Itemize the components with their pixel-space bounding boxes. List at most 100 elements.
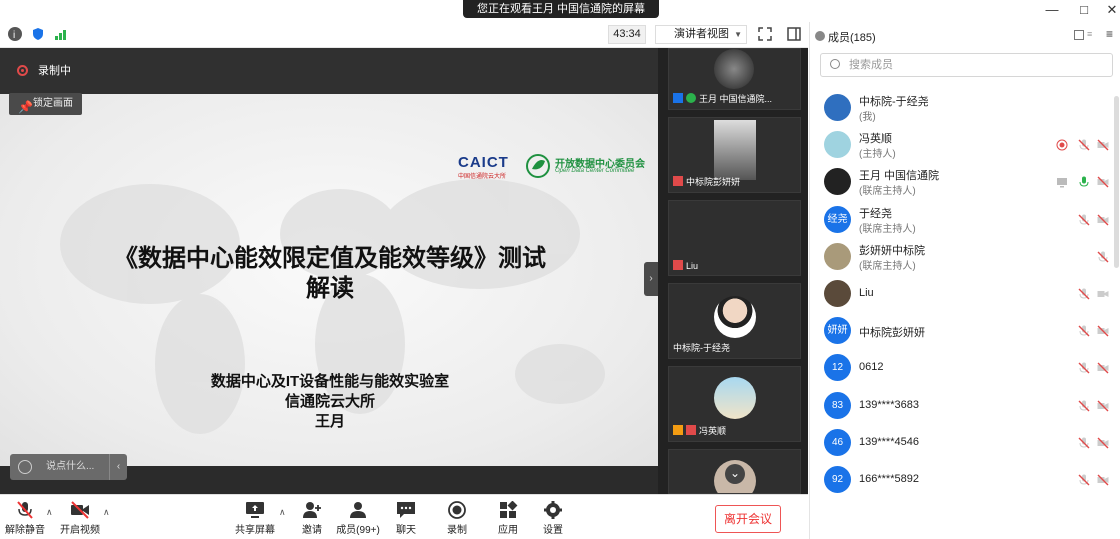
screen-share-icon[interactable]	[1056, 176, 1068, 188]
video-tile[interactable]: ⌄	[668, 449, 801, 494]
mic-muted-icon[interactable]	[1078, 474, 1090, 486]
camera-off-icon[interactable]	[1097, 176, 1109, 188]
member-row[interactable]: 冯英顺 (主持人)	[810, 127, 1120, 163]
tile-name: 王月 中国信通院...	[699, 94, 773, 104]
camera-icon[interactable]	[1097, 288, 1109, 300]
mic-muted-icon[interactable]	[1078, 288, 1090, 300]
odcc-logo: 开放数据中心委员会 Open Data Center Committee	[525, 152, 651, 180]
member-row[interactable]: 彭妍妍中标院 (联席主持人)	[810, 239, 1120, 275]
popout-icon[interactable]	[1074, 30, 1084, 40]
mic-muted-icon[interactable]	[1078, 362, 1090, 374]
member-row[interactable]: 王月 中国信通院 (联席主持人)	[810, 164, 1120, 200]
members-icon	[350, 502, 366, 518]
members-panel: 成员(185) ≡ ≡ 搜索成员 中标院-于经尧 (我) 冯英顺 (主持人) 王月 中国…	[809, 22, 1120, 539]
info-icon[interactable]: i	[8, 27, 22, 41]
mic-muted-icon	[17, 501, 33, 519]
apps-button[interactable]: 应用	[486, 501, 530, 539]
avatar	[714, 377, 756, 419]
shield-icon[interactable]	[31, 27, 45, 41]
close-button[interactable]: ✕	[1100, 0, 1120, 20]
chat-button[interactable]: 聊天	[384, 501, 428, 539]
mic-muted-icon[interactable]	[1078, 437, 1090, 449]
camera-off-icon[interactable]	[1097, 400, 1109, 412]
record-button[interactable]: 录制	[435, 501, 479, 539]
record-indicator-icon	[17, 65, 28, 76]
collapse-chat-icon[interactable]: ‹	[109, 454, 127, 480]
member-search-input[interactable]: 搜索成员	[820, 53, 1113, 77]
camera-off-icon[interactable]	[1097, 362, 1109, 374]
avatar: 92	[824, 466, 851, 493]
meeting-timer: 43:34	[608, 25, 646, 44]
video-tile[interactable]: Liu	[668, 200, 801, 276]
mic-muted-icon	[673, 260, 683, 270]
camera-off-icon[interactable]	[1097, 437, 1109, 449]
member-name: 166****5892	[859, 473, 919, 485]
start-video-button[interactable]: 开启视频	[58, 501, 102, 539]
tile-name: 中标院-于经尧	[673, 343, 730, 353]
member-name: Liu	[859, 287, 874, 299]
member-row[interactable]: 中标院-于经尧 (我)	[810, 90, 1120, 126]
video-tile[interactable]: 冯英顺	[668, 366, 801, 442]
member-row[interactable]: Liu	[810, 276, 1120, 312]
avatar: 83	[824, 391, 851, 419]
leave-meeting-button[interactable]: 离开会议	[715, 505, 781, 533]
pin-panel-icon[interactable]: ≡	[1087, 29, 1092, 39]
member-row[interactable]: 92 166****5892	[810, 462, 1120, 498]
avatar: 妍妍	[824, 317, 851, 345]
camera-off-icon	[71, 501, 89, 519]
mic-on-icon	[686, 93, 696, 103]
member-name: 中标院-于经尧	[859, 96, 929, 108]
fullscreen-icon[interactable]	[758, 27, 772, 41]
layout-icon[interactable]	[787, 27, 801, 41]
unmute-button[interactable]: 解除静音	[3, 501, 47, 539]
view-mode-dropdown[interactable]: 演讲者视图 ▼	[655, 25, 747, 44]
camera-off-icon[interactable]	[1097, 139, 1109, 151]
member-row[interactable]: 83 139****3683	[810, 388, 1120, 424]
mic-on-icon[interactable]	[1078, 176, 1090, 188]
video-tile[interactable]: 中标院彭妍妍	[668, 117, 801, 193]
maximize-button[interactable]: □	[1072, 0, 1096, 20]
signal-icon[interactable]	[54, 27, 68, 41]
mic-muted-icon	[686, 425, 696, 435]
members-button[interactable]: 成员(99+)	[336, 501, 380, 539]
strip-toggle-handle[interactable]: ›	[644, 262, 658, 296]
member-name: 于经尧	[859, 207, 892, 220]
members-panel-header: 成员(185) ≡ ≡	[810, 22, 1120, 50]
member-row[interactable]: 妍妍 中标院彭妍妍	[810, 313, 1120, 349]
member-row[interactable]: 46 139****4546	[810, 425, 1120, 461]
mic-muted-icon[interactable]	[1078, 325, 1090, 337]
camera-off-icon[interactable]	[1097, 214, 1109, 226]
member-row[interactable]: 经尧 于经尧 (联席主持人)	[810, 202, 1120, 238]
menu-icon[interactable]: ≡	[1106, 27, 1113, 41]
mic-muted-icon[interactable]	[1078, 214, 1090, 226]
mic-muted-icon[interactable]	[1078, 139, 1090, 151]
lock-view-button[interactable]: 📌 锁定画面	[9, 93, 82, 115]
share-screen-button[interactable]: 共享屏幕	[233, 501, 277, 539]
chevron-up-icon[interactable]: ∧	[279, 507, 286, 518]
search-icon	[830, 59, 840, 69]
member-name: 彭妍妍中标院	[859, 244, 925, 257]
tile-name: 冯英顺	[699, 426, 727, 436]
mic-muted-icon[interactable]	[1078, 400, 1090, 412]
camera-off-icon[interactable]	[1097, 474, 1109, 486]
video-tile[interactable]: 王月 中国信通院...	[668, 48, 801, 110]
invite-button[interactable]: 邀请	[290, 501, 334, 539]
chevron-up-icon[interactable]: ∧	[46, 507, 53, 518]
camera-off-icon[interactable]	[1097, 325, 1109, 337]
video-tile[interactable]: 中标院-于经尧	[668, 283, 801, 359]
member-name: 139****3683	[859, 398, 919, 411]
chevron-down-icon: ▼	[734, 30, 742, 39]
recording-icon[interactable]	[1056, 139, 1068, 151]
host-icon	[673, 425, 683, 435]
chevron-up-icon[interactable]: ∧	[103, 507, 110, 518]
scrollbar[interactable]	[1114, 96, 1119, 268]
scroll-down-icon[interactable]: ⌄	[725, 464, 745, 484]
emoji-icon[interactable]	[18, 460, 32, 474]
settings-button[interactable]: 设置	[531, 501, 575, 539]
mic-muted-icon[interactable]	[1097, 251, 1109, 263]
camera-feed	[714, 120, 756, 180]
member-row[interactable]: 12 0612	[810, 350, 1120, 386]
avatar	[824, 94, 851, 121]
minimize-button[interactable]: —	[1040, 0, 1064, 20]
quick-chat-input[interactable]: 说点什么... ‹	[10, 454, 127, 480]
